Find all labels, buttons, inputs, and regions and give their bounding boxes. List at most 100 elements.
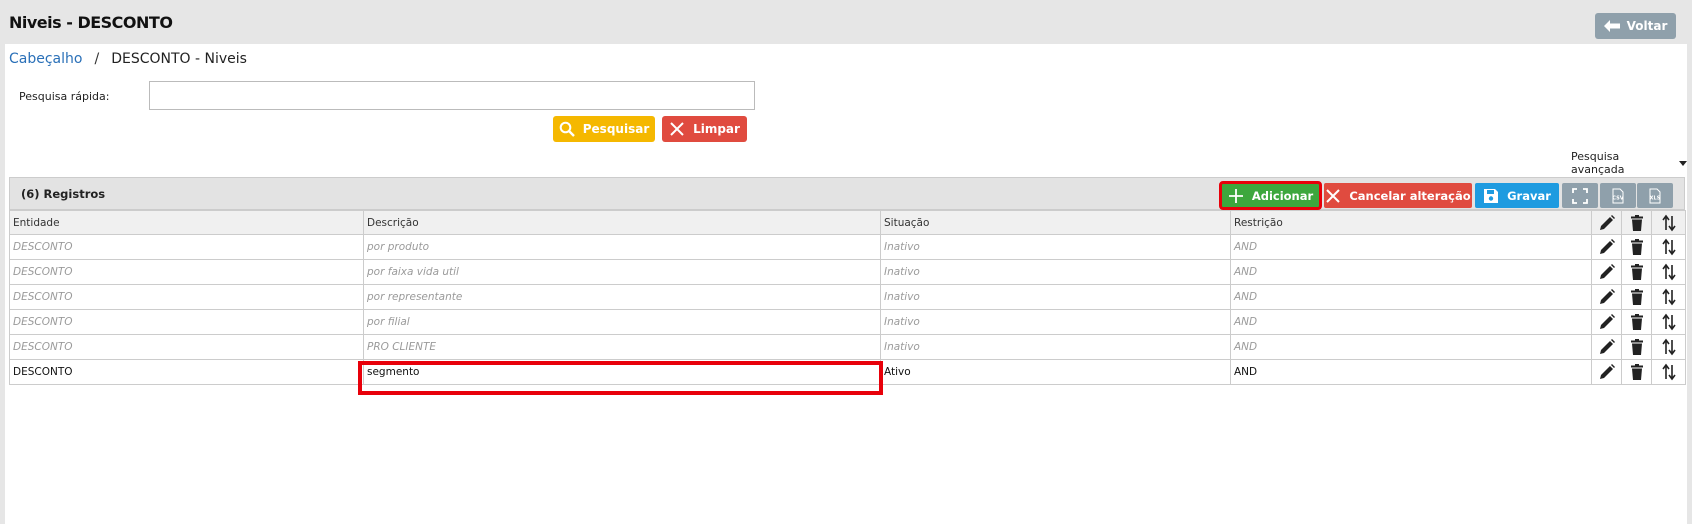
cell-situacao[interactable]: Inativo xyxy=(880,284,1231,310)
cell-situacao[interactable]: Inativo xyxy=(880,259,1231,285)
delete-row-button[interactable] xyxy=(1621,234,1652,260)
xls-file-icon: XLS xyxy=(1649,188,1661,203)
cell-descricao[interactable]: por filial xyxy=(363,309,881,335)
quick-search-label: Pesquisa rápida: xyxy=(19,90,110,103)
delete-row-button[interactable] xyxy=(1621,284,1652,310)
column-header-situacao[interactable]: Situação xyxy=(880,210,1231,235)
table-row[interactable]: DESCONTO segmento Ativo AND xyxy=(9,359,1686,385)
breadcrumb: Cabeçalho / DESCONTO - Niveis xyxy=(9,51,247,67)
cell-entidade[interactable]: DESCONTO xyxy=(9,309,364,335)
cell-descricao[interactable]: por representante xyxy=(363,284,881,310)
column-header-entidade[interactable]: Entidade xyxy=(9,210,364,235)
quick-search-input[interactable] xyxy=(149,81,755,110)
edit-row-button[interactable] xyxy=(1591,234,1622,260)
search-button[interactable]: Pesquisar xyxy=(553,116,655,142)
cancel-changes-button[interactable]: Cancelar alteração xyxy=(1324,183,1472,208)
close-icon xyxy=(670,122,684,136)
edit-row-button[interactable] xyxy=(1591,334,1622,360)
advanced-search-toggle[interactable]: Pesquisa avançada xyxy=(1571,150,1687,176)
move-row-button[interactable] xyxy=(1651,284,1686,310)
cell-situacao[interactable]: Ativo xyxy=(880,359,1231,385)
pencil-icon xyxy=(1599,264,1615,279)
save-button[interactable]: Gravar xyxy=(1475,183,1559,208)
cell-restricao[interactable]: AND xyxy=(1230,284,1592,310)
column-header-descricao[interactable]: Descrição xyxy=(363,210,881,235)
move-row-button[interactable] xyxy=(1651,359,1686,385)
delete-row-button[interactable] xyxy=(1621,359,1652,385)
arrow-left-icon xyxy=(1603,20,1620,32)
page-title: Niveis - DESCONTO xyxy=(9,13,173,32)
delete-row-button[interactable] xyxy=(1621,334,1652,360)
edit-row-button[interactable] xyxy=(1591,309,1622,335)
cell-restricao[interactable]: AND xyxy=(1230,309,1592,335)
delete-all-header[interactable] xyxy=(1621,210,1652,235)
export-csv-button[interactable]: CSV xyxy=(1600,183,1636,208)
pencil-icon xyxy=(1599,364,1615,379)
move-row-button[interactable] xyxy=(1651,309,1686,335)
pencil-icon xyxy=(1599,339,1615,354)
clear-button[interactable]: Limpar xyxy=(662,116,747,142)
sort-arrows-icon xyxy=(1661,313,1676,331)
fullscreen-button[interactable] xyxy=(1562,183,1598,208)
cell-restricao[interactable]: AND xyxy=(1230,259,1592,285)
records-grid: (6) Registros Adicionar Cancelar alteraç… xyxy=(9,177,1686,432)
trash-icon xyxy=(1630,364,1643,380)
trash-icon xyxy=(1630,339,1643,355)
table-row[interactable]: DESCONTO por faixa vida util Inativo AND xyxy=(9,259,1686,285)
table-row[interactable]: DESCONTO por filial Inativo AND xyxy=(9,309,1686,335)
records-count: (6) Registros xyxy=(21,187,106,201)
search-button-label: Pesquisar xyxy=(582,122,650,136)
breadcrumb-separator: / xyxy=(94,51,100,67)
cell-situacao[interactable]: Inativo xyxy=(880,309,1231,335)
trash-icon xyxy=(1630,289,1643,305)
cell-entidade[interactable]: DESCONTO xyxy=(9,284,364,310)
sort-arrows-icon xyxy=(1661,288,1676,306)
move-row-button[interactable] xyxy=(1651,259,1686,285)
move-row-button[interactable] xyxy=(1651,334,1686,360)
sort-arrows-icon xyxy=(1661,263,1676,281)
cell-restricao[interactable]: AND xyxy=(1230,334,1592,360)
edit-row-button[interactable] xyxy=(1591,359,1622,385)
cell-entidade[interactable]: DESCONTO xyxy=(9,234,364,260)
add-button[interactable]: Adicionar xyxy=(1219,181,1322,210)
cell-descricao[interactable]: por faixa vida util xyxy=(363,259,881,285)
table-row[interactable]: DESCONTO PRO CLIENTE Inativo AND xyxy=(9,334,1686,360)
search-icon xyxy=(559,121,575,137)
cell-descricao-editing[interactable]: segmento xyxy=(363,359,881,385)
trash-icon xyxy=(1630,214,1643,231)
back-button[interactable]: Voltar xyxy=(1595,13,1676,39)
csv-file-icon: CSV xyxy=(1612,188,1624,203)
edit-row-button[interactable] xyxy=(1591,284,1622,310)
cell-entidade[interactable]: DESCONTO xyxy=(9,334,364,360)
pencil-icon xyxy=(1599,314,1615,329)
cell-descricao[interactable]: PRO CLIENTE xyxy=(363,334,881,360)
cancel-changes-label: Cancelar alteração xyxy=(1349,188,1471,203)
svg-text:CSV: CSV xyxy=(1612,195,1623,201)
delete-row-button[interactable] xyxy=(1621,309,1652,335)
cell-restricao[interactable]: AND xyxy=(1230,359,1592,385)
export-xls-button[interactable]: XLS xyxy=(1637,183,1673,208)
edit-all-header[interactable] xyxy=(1591,210,1622,235)
cell-entidade[interactable]: DESCONTO xyxy=(9,259,364,285)
plus-icon xyxy=(1228,188,1243,203)
back-button-label: Voltar xyxy=(1626,19,1668,33)
title-bar: Niveis - DESCONTO Voltar xyxy=(0,0,1692,44)
grid-toolbar: (6) Registros Adicionar Cancelar alteraç… xyxy=(9,177,1685,210)
cell-entidade[interactable]: DESCONTO xyxy=(9,359,364,385)
trash-icon xyxy=(1630,239,1643,255)
pencil-icon xyxy=(1599,214,1615,230)
edit-row-button[interactable] xyxy=(1591,259,1622,285)
cell-situacao[interactable]: Inativo xyxy=(880,234,1231,260)
cell-descricao[interactable]: por produto xyxy=(363,234,881,260)
cell-situacao[interactable]: Inativo xyxy=(880,334,1231,360)
sort-arrows-icon xyxy=(1661,363,1676,381)
table-row[interactable]: DESCONTO por representante Inativo AND xyxy=(9,284,1686,310)
move-row-button[interactable] xyxy=(1651,234,1686,260)
column-header-restricao[interactable]: Restrição xyxy=(1230,210,1592,235)
table-row[interactable]: DESCONTO por produto Inativo AND xyxy=(9,234,1686,260)
cell-restricao[interactable]: AND xyxy=(1230,234,1592,260)
breadcrumb-link[interactable]: Cabeçalho xyxy=(9,51,82,67)
sort-header[interactable] xyxy=(1651,210,1686,235)
delete-row-button[interactable] xyxy=(1621,259,1652,285)
close-icon xyxy=(1326,188,1341,203)
